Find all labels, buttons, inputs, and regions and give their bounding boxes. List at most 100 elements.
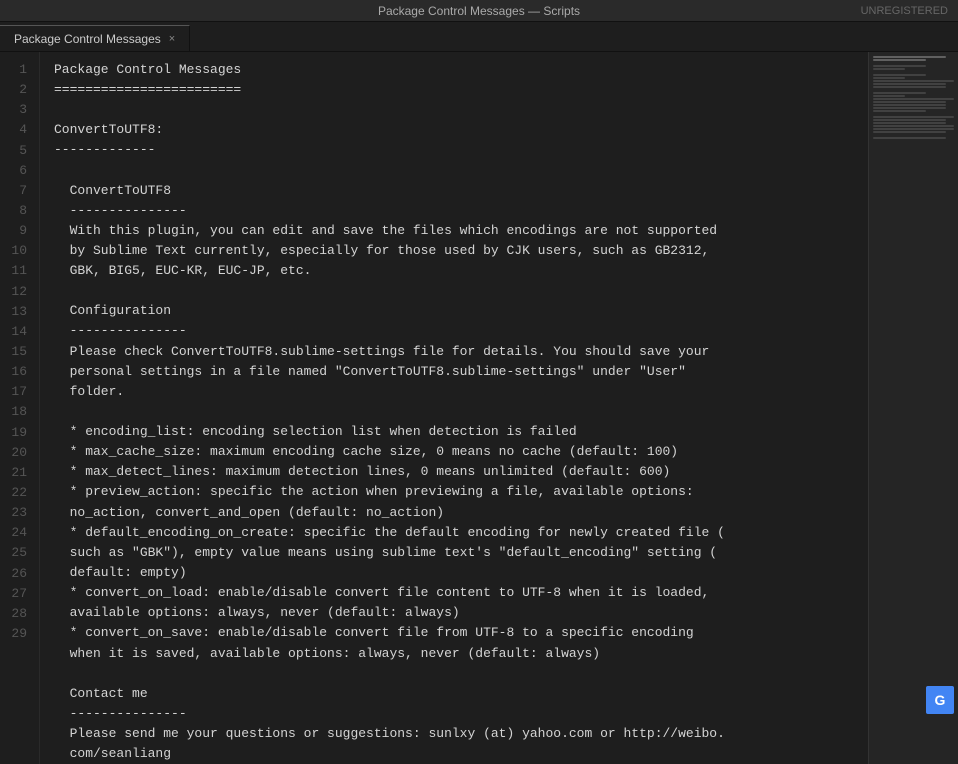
editor-line xyxy=(54,664,868,684)
minimap-line xyxy=(873,128,954,130)
minimap-line xyxy=(873,137,946,139)
line-number: 4 xyxy=(8,120,27,140)
tab-close-button[interactable]: × xyxy=(169,33,175,45)
editor-line: ConvertToUTF8: xyxy=(54,120,868,140)
minimap-line xyxy=(873,116,954,118)
editor-line: ======================== xyxy=(54,80,868,100)
editor-line: --------------- xyxy=(54,704,868,724)
editor-line: available options: always, never (defaul… xyxy=(54,603,868,623)
minimap-line xyxy=(873,122,946,124)
minimap-line xyxy=(873,134,954,136)
minimap-line xyxy=(873,119,946,121)
title-bar: Package Control Messages — Scripts UNREG… xyxy=(0,0,958,22)
editor-line: Please send me your questions or suggest… xyxy=(54,724,868,744)
tab-label: Package Control Messages xyxy=(14,32,161,46)
minimap-line xyxy=(873,77,905,79)
line-number: 27 xyxy=(8,584,27,604)
editor-line: --------------- xyxy=(54,201,868,221)
minimap-line xyxy=(873,80,954,82)
line-number: 26 xyxy=(8,564,27,584)
line-number: 25 xyxy=(8,543,27,563)
line-number: 16 xyxy=(8,362,27,382)
line-number: 3 xyxy=(8,100,27,120)
editor-line xyxy=(54,161,868,181)
line-numbers: 123456789 10111213 1415161718 19 20 21 2… xyxy=(0,52,40,764)
tab-package-control[interactable]: Package Control Messages × xyxy=(0,25,190,51)
minimap-line xyxy=(873,65,926,67)
editor-line: default: empty) xyxy=(54,563,868,583)
minimap-line xyxy=(873,101,946,103)
editor-line: when it is saved, available options: alw… xyxy=(54,644,868,664)
minimap-line xyxy=(873,62,954,64)
editor-line: com/seanliang xyxy=(54,744,868,764)
line-number: 24 xyxy=(8,523,27,543)
minimap-line xyxy=(873,56,946,58)
line-number: 20 xyxy=(8,443,27,463)
minimap-line xyxy=(873,71,954,73)
line-number: 22 xyxy=(8,483,27,503)
line-number: 15 xyxy=(8,342,27,362)
editor-line: With this plugin, you can edit and save … xyxy=(54,221,868,241)
line-number: 6 xyxy=(8,161,27,181)
editor-line: Configuration xyxy=(54,301,868,321)
editor-line: * max_detect_lines: maximum detection li… xyxy=(54,462,868,482)
editor-line: such as "GBK"), empty value means using … xyxy=(54,543,868,563)
editor-line: Contact me xyxy=(54,684,868,704)
editor-line: ------------- xyxy=(54,140,868,160)
line-number: 5 xyxy=(8,141,27,161)
editor-content[interactable]: Package Control Messages================… xyxy=(40,52,868,764)
minimap-content xyxy=(869,52,958,147)
tab-bar: Package Control Messages × xyxy=(0,22,958,52)
editor-line: * default_encoding_on_create: specific t… xyxy=(54,523,868,543)
minimap-line xyxy=(873,98,954,100)
minimap-line xyxy=(873,92,926,94)
editor-line: GBK, BIG5, EUC-KR, EUC-JP, etc. xyxy=(54,261,868,281)
google-icon[interactable]: G xyxy=(926,686,954,714)
editor-line xyxy=(54,281,868,301)
editor-line: --------------- xyxy=(54,321,868,341)
editor-container: 123456789 10111213 1415161718 19 20 21 2… xyxy=(0,52,958,764)
minimap-line xyxy=(873,74,926,76)
minimap-line xyxy=(873,89,954,91)
minimap-line xyxy=(873,59,926,61)
editor-line: folder. xyxy=(54,382,868,402)
editor-line: * preview_action: specific the action wh… xyxy=(54,482,868,502)
minimap-line xyxy=(873,86,946,88)
minimap-line xyxy=(873,95,905,97)
line-number: 19 xyxy=(8,423,27,443)
line-number: 8 xyxy=(8,201,27,221)
line-number: 12 xyxy=(8,282,27,302)
minimap[interactable]: G xyxy=(868,52,958,764)
unregistered-label: UNREGISTERED xyxy=(861,5,948,17)
line-number: 29 xyxy=(8,624,27,644)
line-number: 11 xyxy=(8,261,27,281)
line-number: 18 xyxy=(8,402,27,422)
editor-line: * convert_on_load: enable/disable conver… xyxy=(54,583,868,603)
minimap-line xyxy=(873,113,954,115)
line-number: 2 xyxy=(8,80,27,100)
minimap-line xyxy=(873,68,905,70)
minimap-line xyxy=(873,83,946,85)
line-number: 28 xyxy=(8,604,27,624)
editor-line: by Sublime Text currently, especially fo… xyxy=(54,241,868,261)
editor-line: no_action, convert_and_open (default: no… xyxy=(54,503,868,523)
minimap-line xyxy=(873,104,946,106)
editor-line: Please check ConvertToUTF8.sublime-setti… xyxy=(54,342,868,362)
minimap-line xyxy=(873,125,954,127)
line-number: 14 xyxy=(8,322,27,342)
editor-line: personal settings in a file named "Conve… xyxy=(54,362,868,382)
line-number: 7 xyxy=(8,181,27,201)
editor-line: * max_cache_size: maximum encoding cache… xyxy=(54,442,868,462)
editor-line: * encoding_list: encoding selection list… xyxy=(54,422,868,442)
minimap-line xyxy=(873,107,946,109)
minimap-line xyxy=(873,110,926,112)
minimap-line xyxy=(873,140,954,142)
line-number: 17 xyxy=(8,382,27,402)
editor-line xyxy=(54,402,868,422)
editor-line: * convert_on_save: enable/disable conver… xyxy=(54,623,868,643)
window-title: Package Control Messages — Scripts xyxy=(378,4,580,18)
line-number: 9 xyxy=(8,221,27,241)
editor-line xyxy=(54,100,868,120)
line-number: 21 xyxy=(8,463,27,483)
editor-line: Package Control Messages xyxy=(54,60,868,80)
